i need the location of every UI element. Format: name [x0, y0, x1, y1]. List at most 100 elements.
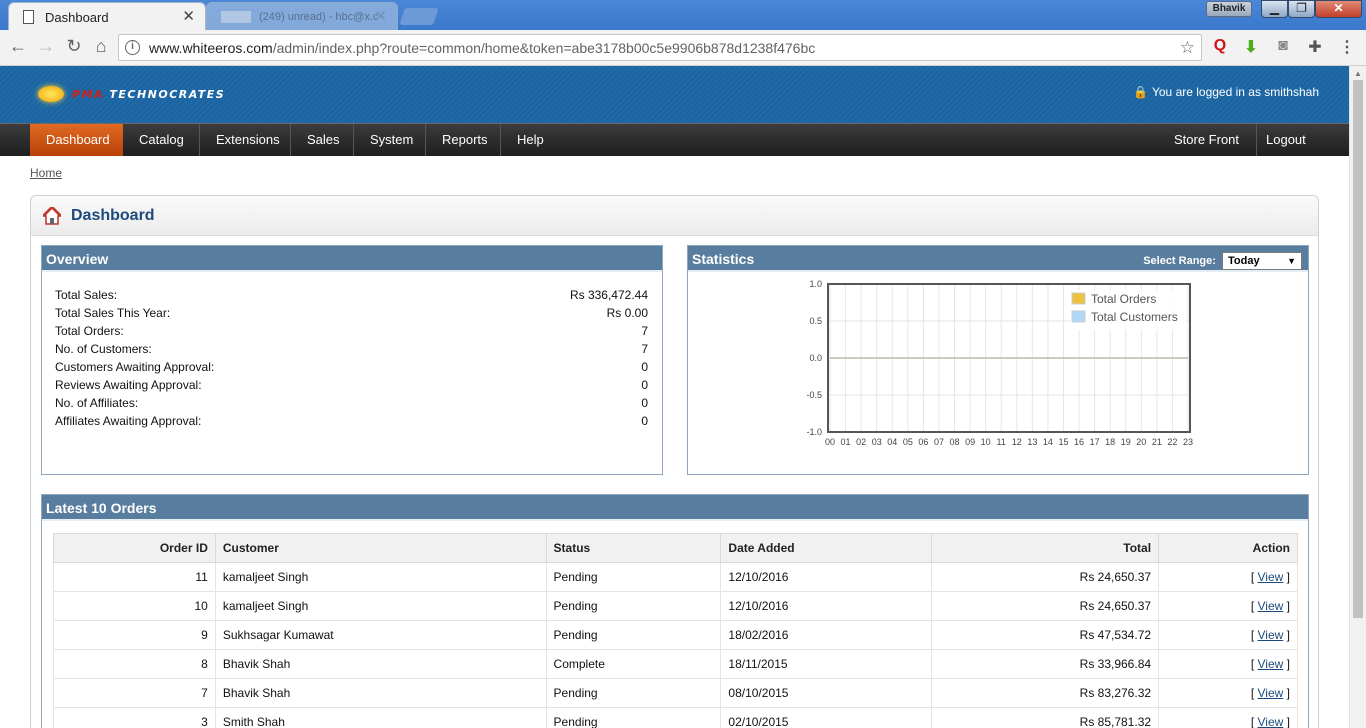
reload-icon[interactable]: ↻ [62, 36, 86, 57]
column-header[interactable]: Customer [214, 533, 547, 563]
menu-system[interactable]: System [354, 124, 426, 156]
menu-reports[interactable]: Reports [426, 124, 501, 156]
tab-close-icon[interactable]: ✕ [182, 7, 195, 25]
y-tick-label: -1.0 [806, 427, 822, 437]
view-link[interactable]: View [1258, 686, 1284, 700]
tab-close-icon[interactable]: ✕ [374, 7, 387, 25]
table-row: 8 Bhavik Shah Complete 18/11/2015 Rs 33,966.… [53, 649, 1298, 679]
orders-title: Latest 10 Orders [42, 495, 1308, 521]
info-icon[interactable]: i [125, 40, 140, 55]
column-header[interactable]: Action [1158, 533, 1298, 563]
bracket-close: ] [1286, 657, 1290, 671]
range-value: Today [1228, 255, 1260, 268]
view-link[interactable]: View [1258, 657, 1284, 671]
x-tick-label: 10 [981, 437, 991, 447]
column-header[interactable]: Order ID [53, 533, 216, 563]
menu-catalog[interactable]: Catalog [123, 124, 200, 156]
tab-title: Dashboard [45, 10, 109, 25]
order-status: Pending [545, 707, 722, 728]
order-customer: Bhavik Shah [214, 649, 547, 679]
order-action: [ View ] [1158, 678, 1298, 708]
orders-table-header: Order ID Customer Status Date Added Total Act… [53, 533, 1298, 563]
home-icon [43, 207, 61, 225]
x-tick-label: 09 [965, 437, 975, 447]
x-tick-label: 15 [1058, 437, 1068, 447]
overview-row: Total Orders: 7 [55, 324, 648, 338]
main-menu: Dashboard Catalog Extensions Sales Syste… [0, 123, 1349, 156]
dashboard-box: Dashboard Overview Total Sales: Rs 336,47… [30, 195, 1319, 728]
bracket-open: [ [1250, 657, 1255, 671]
download-extension-icon[interactable]: ⬇ [1240, 37, 1262, 57]
x-tick-label: 12 [1012, 437, 1022, 447]
bracket-close: ] [1286, 570, 1290, 584]
overview-row: Reviews Awaiting Approval: 0 [55, 378, 648, 392]
order-id: 9 [53, 620, 216, 650]
minimize-icon[interactable]: ▁ [1261, 0, 1288, 18]
tab-background[interactable]: (249) unread) - hbc@x.c ✕ [206, 2, 398, 30]
y-tick-label: 0.5 [809, 316, 822, 326]
address-bar[interactable]: i www.whiteeros.com/admin/index.php?rout… [118, 34, 1202, 61]
camera-extension-icon[interactable]: ◙ [1272, 37, 1294, 55]
tab-title: (249) unread) - hbc@x.c [259, 11, 379, 23]
table-row: 7 Bhavik Shah Pending 08/10/2015 Rs 83,276.3… [53, 678, 1298, 708]
order-total: Rs 83,276.32 [931, 678, 1160, 708]
column-header[interactable]: Total [931, 533, 1160, 563]
breadcrumb-home[interactable]: Home [30, 166, 62, 180]
menu-icon[interactable]: ⋮ [1336, 37, 1358, 57]
forward-icon[interactable]: → [34, 36, 58, 57]
new-tab-button[interactable] [399, 8, 439, 25]
scroll-up-icon[interactable]: ▲ [1354, 69, 1362, 78]
view-link[interactable]: View [1258, 570, 1284, 584]
overview-label: Total Orders: [55, 324, 124, 338]
order-customer: Bhavik Shah [214, 678, 547, 708]
maximize-icon[interactable]: ❐ [1288, 0, 1315, 18]
view-link[interactable]: View [1258, 628, 1284, 642]
range-select[interactable]: Today ▼ [1222, 252, 1302, 271]
bookmark-star-icon[interactable]: ☆ [1180, 38, 1195, 58]
menu-help[interactable]: Help [501, 124, 559, 156]
statistics-title: Statistics [692, 251, 755, 267]
y-tick-label: 1.0 [809, 279, 822, 289]
bracket-open: [ [1250, 686, 1255, 700]
order-customer: Sukhsagar Kumawat [214, 620, 547, 650]
view-link[interactable]: View [1258, 599, 1284, 613]
x-tick-label: 13 [1027, 437, 1037, 447]
q-extension-icon[interactable]: Q [1209, 37, 1231, 55]
page-scrollbar[interactable]: ▲ [1349, 66, 1366, 728]
browser-window: Dashboard ✕ (249) unread) - hbc@x.c ✕ Bh… [0, 0, 1366, 728]
lock-icon: 🔒 [1133, 85, 1148, 99]
menu-store-front[interactable]: Store Front [1157, 124, 1258, 156]
home-icon[interactable]: ⌂ [89, 36, 113, 57]
column-header[interactable]: Status [545, 533, 722, 563]
order-action: [ View ] [1158, 562, 1298, 592]
order-date: 08/10/2015 [720, 678, 933, 708]
legend-label: Total Customers [1091, 310, 1178, 324]
menu-logout[interactable]: Logout [1249, 124, 1323, 156]
column-header[interactable]: Date Added [720, 533, 933, 563]
overview-label: No. of Affiliates: [55, 396, 139, 410]
order-total: Rs 33,966.84 [931, 649, 1160, 679]
bracket-close: ] [1286, 628, 1290, 642]
x-tick-label: 03 [872, 437, 882, 447]
puzzle-extension-icon[interactable]: ✚ [1304, 37, 1326, 57]
order-action: [ View ] [1158, 591, 1298, 621]
x-tick-label: 01 [841, 437, 851, 447]
profile-button[interactable]: Bhavik [1206, 1, 1252, 17]
back-icon[interactable]: ← [6, 36, 30, 57]
order-id: 3 [53, 707, 216, 728]
order-status: Pending [545, 620, 722, 650]
tab-dashboard[interactable]: Dashboard ✕ [8, 2, 206, 30]
x-tick-label: 00 [825, 437, 835, 447]
menu-dashboard[interactable]: Dashboard [30, 124, 123, 156]
overview-label: Customers Awaiting Approval: [55, 360, 215, 374]
overview-row: No. of Customers: 7 [55, 342, 648, 356]
order-date: 18/11/2015 [720, 649, 933, 679]
menu-sales[interactable]: Sales [291, 124, 354, 156]
close-window-icon[interactable]: ✕ [1315, 0, 1362, 18]
menu-extensions[interactable]: Extensions [200, 124, 291, 156]
scrollbar-thumb[interactable] [1353, 80, 1363, 618]
logo[interactable]: PMA TECHNOCRATES [72, 88, 225, 101]
view-link[interactable]: View [1258, 715, 1284, 728]
order-total: Rs 24,650.37 [931, 562, 1160, 592]
overview-label: Total Sales: [55, 288, 118, 302]
